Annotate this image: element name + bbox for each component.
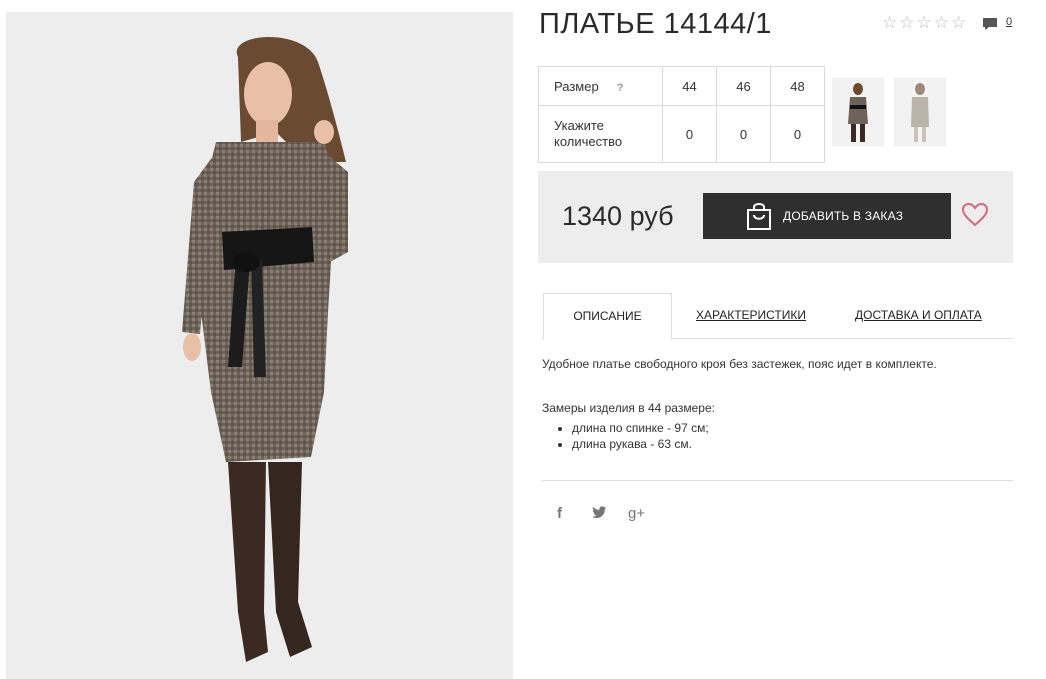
- list-item: длина по спинке - 97 см;: [572, 420, 709, 436]
- tab-characteristics[interactable]: ХАРАКТЕРИСТИКИ: [696, 293, 806, 338]
- add-to-order-label: ДОБАВИТЬ В ЗАКАЗ: [783, 209, 904, 223]
- divider: [542, 480, 1013, 481]
- quantity-input-48[interactable]: 0: [770, 105, 825, 163]
- google-plus-icon[interactable]: g+: [628, 505, 645, 522]
- tab-delivery-payment[interactable]: ДОСТАВКА И ОПЛАТА: [855, 293, 982, 338]
- size-46: 46: [716, 66, 771, 106]
- rating-stars[interactable]: ☆ ☆ ☆ ☆ ☆: [882, 14, 966, 32]
- measurements-title: Замеры изделия в 44 размере:: [542, 401, 715, 415]
- comment-icon[interactable]: [982, 17, 998, 31]
- size-label: Размер: [554, 78, 599, 94]
- twitter-icon[interactable]: [592, 505, 606, 522]
- price: 1340 руб: [562, 201, 674, 231]
- add-to-order-button[interactable]: ДОБАВИТЬ В ЗАКАЗ: [703, 193, 951, 239]
- tab-description[interactable]: ОПИСАНИЕ: [543, 293, 672, 340]
- facebook-icon[interactable]: f: [557, 505, 562, 522]
- product-thumbnail[interactable]: [894, 78, 946, 146]
- star-icon[interactable]: ☆: [934, 14, 949, 32]
- size-44: 44: [662, 66, 717, 106]
- star-icon[interactable]: ☆: [917, 14, 932, 32]
- description-text: Удобное платье свободного кроя без засте…: [542, 357, 937, 371]
- star-icon[interactable]: ☆: [951, 14, 966, 32]
- quantity-input-46[interactable]: 0: [716, 105, 771, 163]
- thumbnail-image: [911, 83, 929, 142]
- measurements-list: длина по спинке - 97 см; длина рукава - …: [556, 420, 709, 452]
- star-icon[interactable]: ☆: [899, 14, 914, 32]
- product-tabs: ОПИСАНИЕ ХАРАКТЕРИСТИКИ ДОСТАВКА И ОПЛАТ…: [542, 293, 1013, 340]
- quantity-label: Укажите количество: [538, 105, 663, 163]
- list-item: длина рукава - 63 см.: [572, 436, 709, 452]
- model-illustration: [182, 37, 348, 662]
- product-thumbnail[interactable]: [832, 78, 884, 146]
- product-main-image[interactable]: [6, 12, 513, 679]
- quantity-label-text: Укажите количество: [554, 118, 623, 149]
- size-label-cell: Размер?: [538, 66, 663, 106]
- purchase-panel: 1340 руб ДОБАВИТЬ В ЗАКАЗ: [538, 171, 1013, 263]
- comments-count-link[interactable]: 0: [1006, 16, 1012, 28]
- twitter-bird-icon: [592, 506, 606, 518]
- product-title: ПЛАТЬЕ 14144/1: [539, 8, 772, 40]
- star-icon[interactable]: ☆: [882, 14, 897, 32]
- quantity-input-44[interactable]: 0: [662, 105, 717, 163]
- heart-icon[interactable]: [961, 201, 989, 229]
- size-quantity-table: Размер? 44 46 48 Укажите количество 0 0 …: [538, 66, 825, 163]
- thumbnail-image: [848, 83, 868, 142]
- size-48: 48: [770, 66, 825, 106]
- size-help-icon[interactable]: ?: [617, 82, 624, 94]
- shopping-bag-icon: [747, 203, 771, 230]
